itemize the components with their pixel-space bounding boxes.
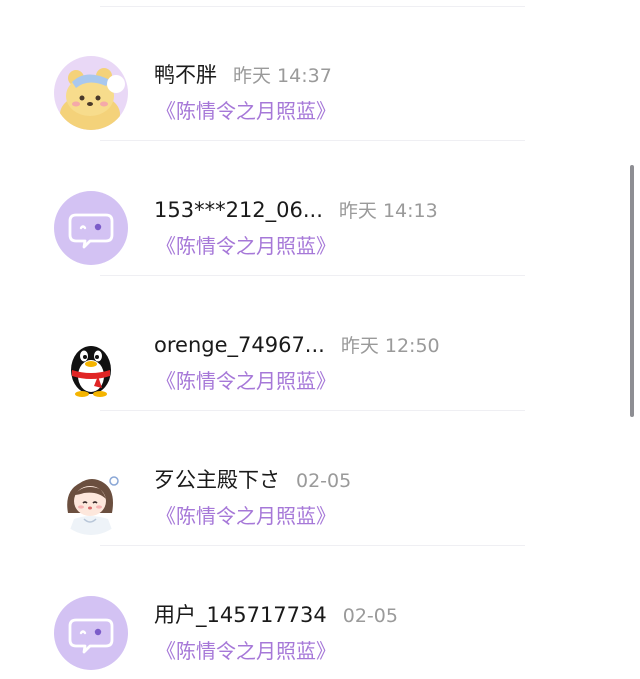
timestamp: 02-05 (296, 470, 352, 492)
list-item[interactable]: orenge_74967... 昨天 12:50 《陈情令之月照蓝》 (0, 276, 640, 411)
timestamp: 昨天 14:13 (338, 200, 438, 222)
timestamp: 昨天 12:50 (340, 335, 440, 357)
name-row: 153***212_06... 昨天 14:13 (154, 197, 438, 225)
user-name[interactable]: 鸭不胖 (154, 63, 217, 87)
anime-girl-avatar-icon[interactable] (54, 461, 128, 535)
default-chat-avatar-icon[interactable] (54, 191, 128, 265)
user-name[interactable]: 歹公主殿下さ (154, 468, 280, 492)
work-title-link[interactable]: 《陈情令之月照蓝》 (156, 638, 336, 664)
name-row: 歹公主殿下さ 02-05 (154, 467, 351, 495)
list-item[interactable]: 歹公主殿下さ 02-05 《陈情令之月照蓝》 (0, 411, 640, 546)
user-name[interactable]: 用户_145717734 (154, 603, 327, 627)
list-item[interactable]: 153***212_06... 昨天 14:13 《陈情令之月照蓝》 (0, 141, 640, 276)
work-title-link[interactable]: 《陈情令之月照蓝》 (156, 233, 336, 259)
comment-list: 鸭不胖 昨天 14:37 《陈情令之月照蓝》 153***212_06... 昨天 … (0, 0, 640, 679)
qq-penguin-avatar-icon[interactable] (54, 326, 128, 400)
name-row: 鸭不胖 昨天 14:37 (154, 62, 332, 90)
work-title-link[interactable]: 《陈情令之月照蓝》 (156, 368, 336, 394)
work-title-link[interactable]: 《陈情令之月照蓝》 (156, 98, 336, 124)
default-chat-avatar-icon[interactable] (54, 596, 128, 670)
scrollbar[interactable] (630, 165, 634, 417)
user-name[interactable]: orenge_74967... (154, 333, 325, 357)
list-item[interactable]: 用户_145717734 02-05 《陈情令之月照蓝》 (0, 546, 640, 679)
timestamp: 02-05 (342, 605, 398, 627)
list-item[interactable]: 鸭不胖 昨天 14:37 《陈情令之月照蓝》 (0, 6, 640, 141)
name-row: 用户_145717734 02-05 (154, 602, 398, 630)
work-title-link[interactable]: 《陈情令之月照蓝》 (156, 503, 336, 529)
user-name[interactable]: 153***212_06... (154, 198, 323, 222)
name-row: orenge_74967... 昨天 12:50 (154, 332, 440, 360)
timestamp: 昨天 14:37 (233, 65, 332, 87)
bear-avatar-icon[interactable] (54, 56, 128, 130)
